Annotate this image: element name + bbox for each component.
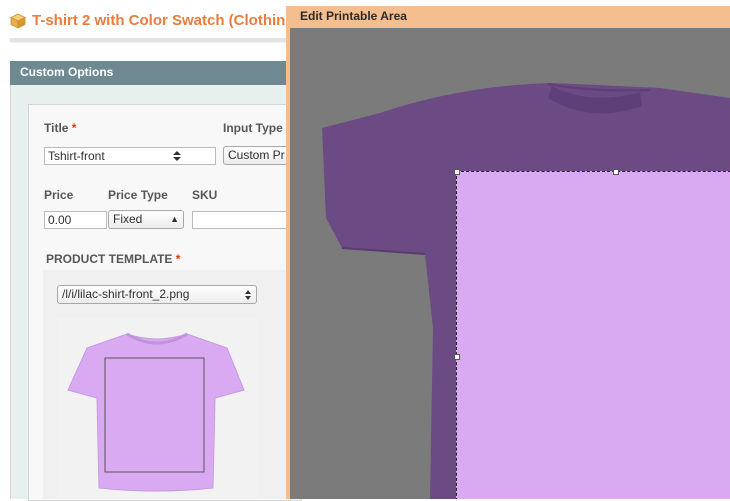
price-label: Price <box>44 188 74 202</box>
custom-options-header[interactable]: Custom Options <box>10 61 300 85</box>
template-preview <box>57 318 257 499</box>
input-type-label: Input Type <box>223 121 283 135</box>
tshirt-thumbnail-image <box>67 332 245 492</box>
box-icon <box>10 13 26 29</box>
product-template-select[interactable]: /l/i/lilac-shirt-front_2.png <box>57 285 257 304</box>
product-template-value: /l/i/lilac-shirt-front_2.png <box>62 287 190 301</box>
select-arrows-icon: ▲ <box>170 214 179 224</box>
dialog-title: Edit Printable Area <box>300 9 407 23</box>
price-type-value: Fixed <box>113 212 143 226</box>
page-title: T-shirt 2 with Color Swatch (Clothin <box>32 12 286 29</box>
select-arrows-icon <box>245 290 251 300</box>
required-marker: * <box>71 121 77 135</box>
price-input[interactable]: 0.00 <box>44 211 107 229</box>
resize-handle-icon[interactable] <box>613 169 619 175</box>
printable-area-canvas[interactable] <box>290 28 730 499</box>
resize-handle-icon[interactable] <box>454 169 460 175</box>
edit-printable-area-dialog: Edit Printable Area <box>286 6 730 499</box>
price-type-label: Price Type <box>108 188 168 202</box>
product-template-label: PRODUCT TEMPLATE * <box>46 252 181 266</box>
sku-label: SKU <box>192 188 218 202</box>
select-arrows-icon <box>173 151 181 161</box>
header-divider <box>10 38 300 43</box>
price-type-select[interactable]: Fixed ▲ <box>108 210 184 229</box>
input-type-value: Custom Pr <box>228 148 285 162</box>
resize-handle-icon[interactable] <box>454 354 460 360</box>
page-header: T-shirt 2 with Color Swatch (Clothin <box>10 12 285 29</box>
sku-input[interactable] <box>192 211 300 229</box>
required-marker: * <box>175 252 181 266</box>
title-label: Title * <box>44 121 77 135</box>
title-input[interactable]: Tshirt-front <box>44 147 216 165</box>
printable-area-selection[interactable] <box>454 169 730 499</box>
